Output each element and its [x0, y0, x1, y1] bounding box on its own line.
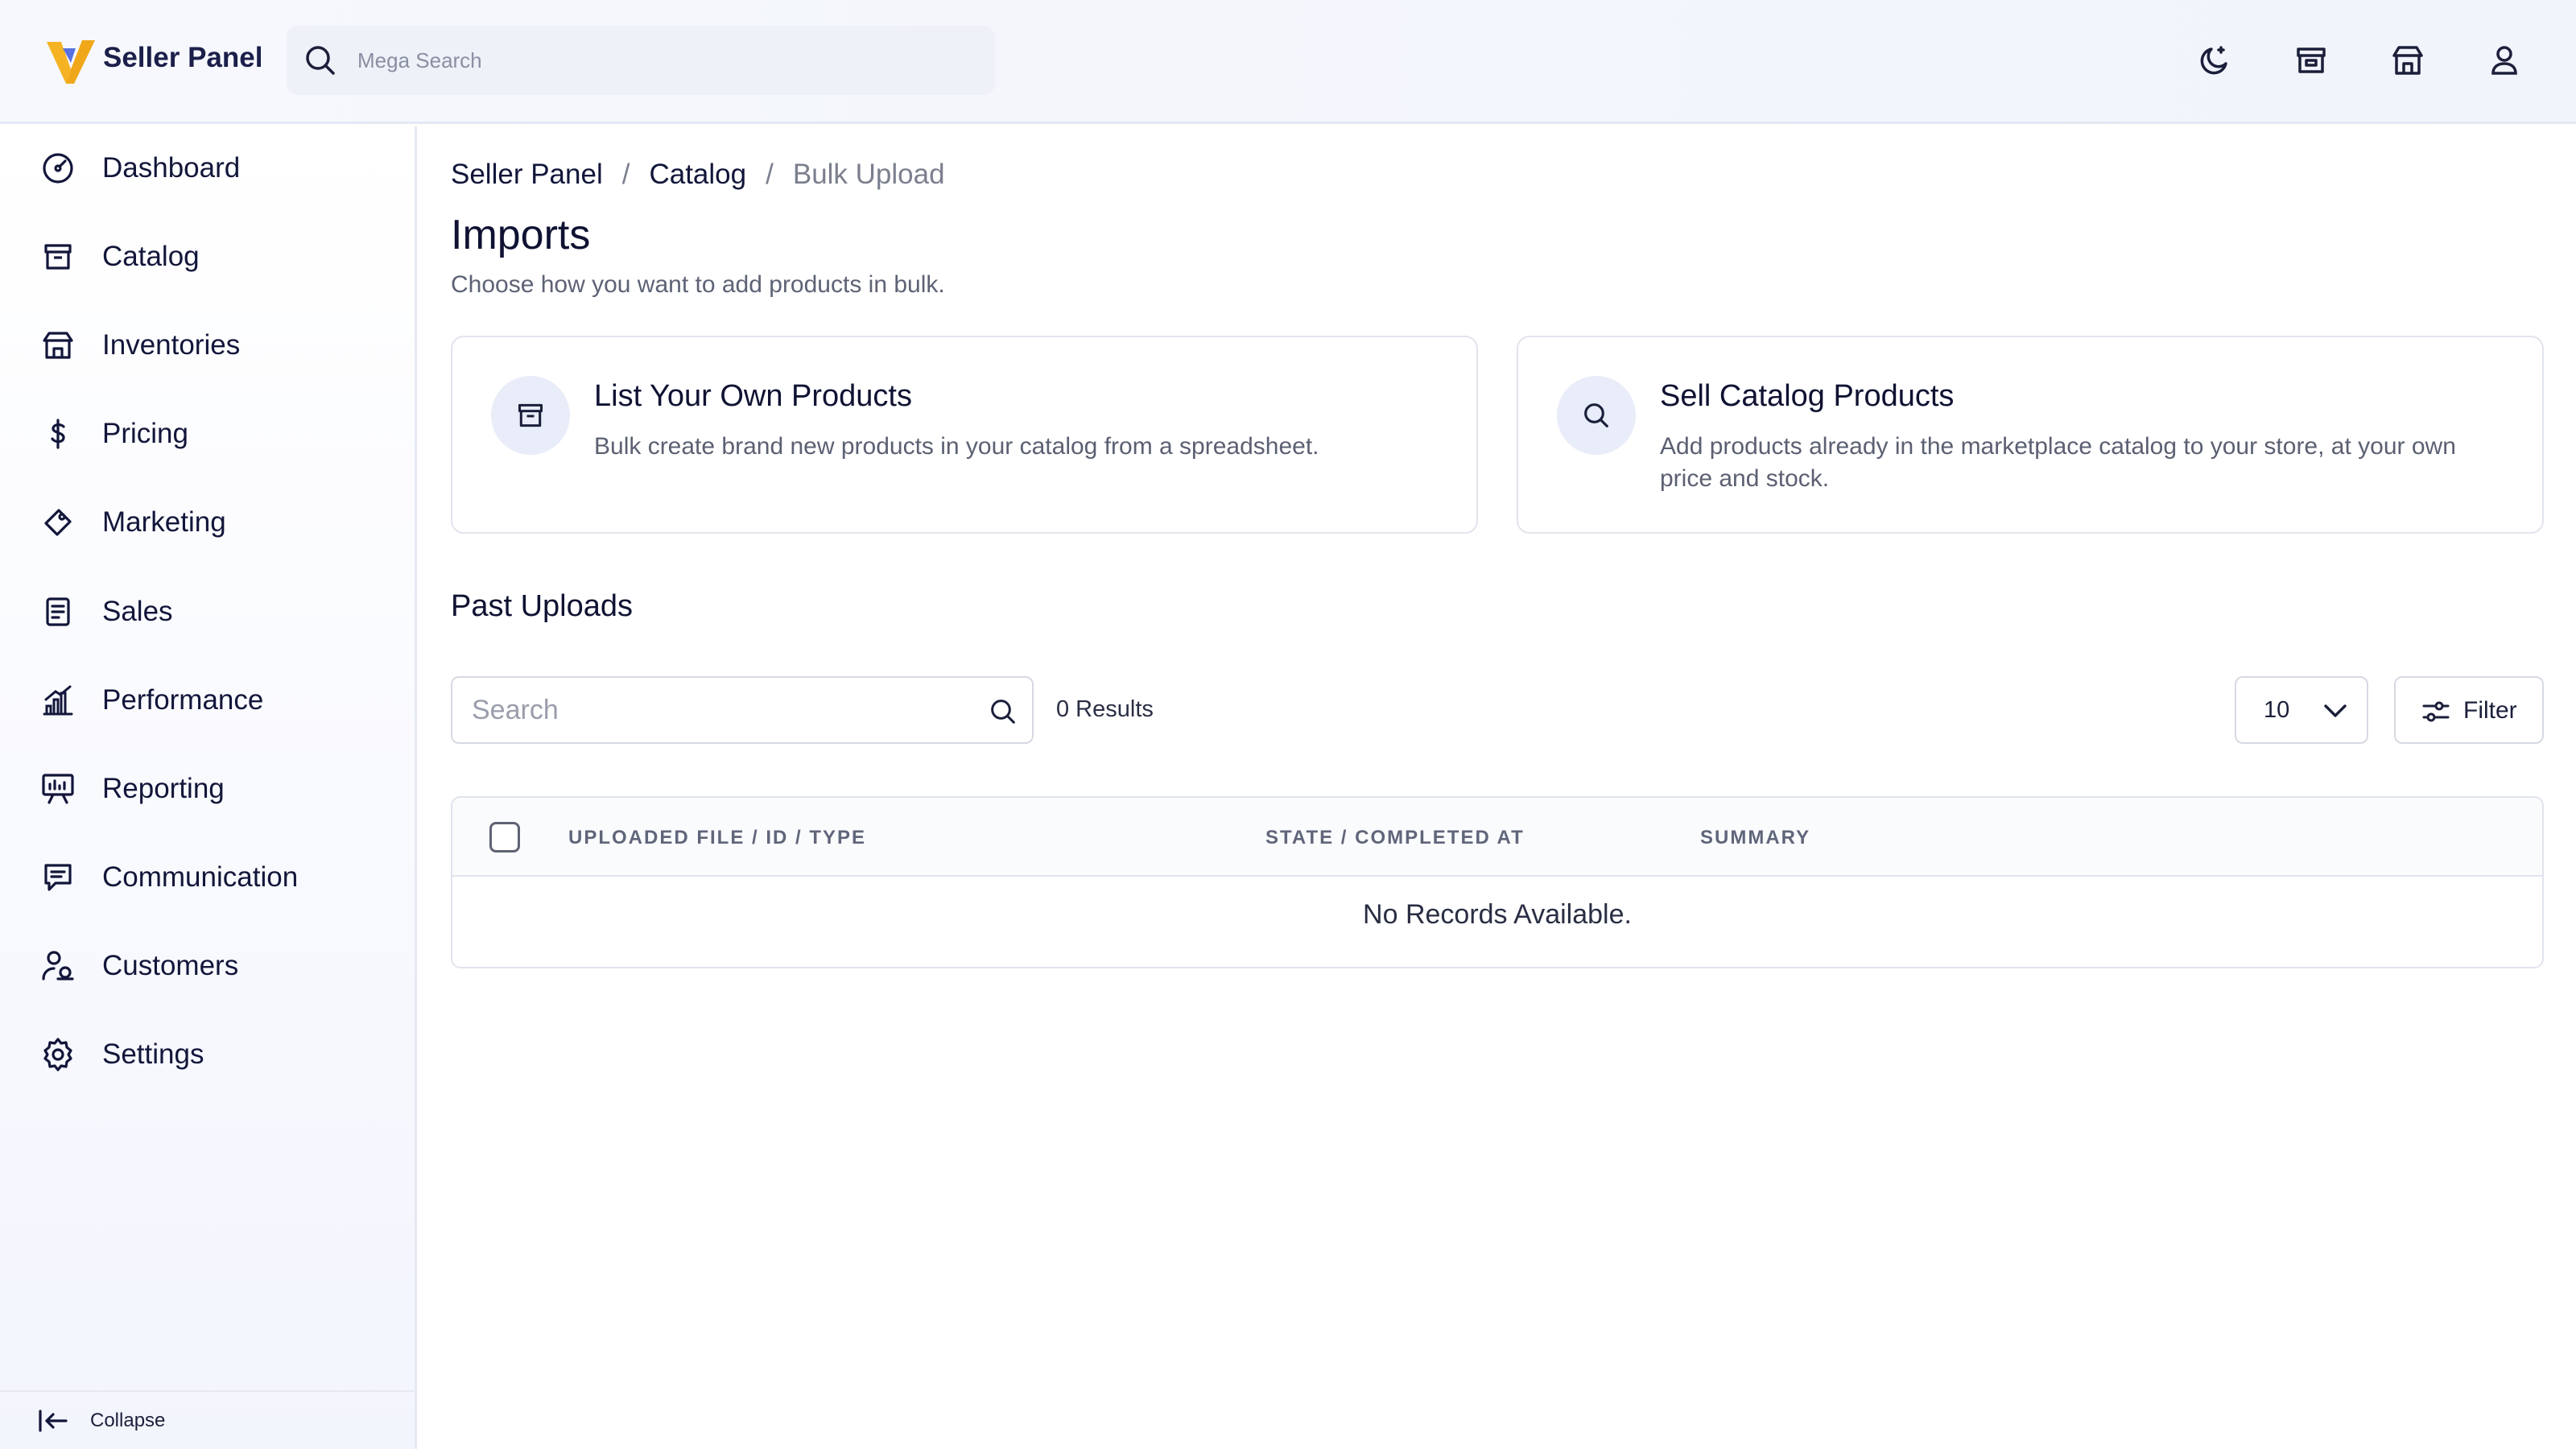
sidebar-item-settings[interactable]: Settings — [0, 1014, 415, 1095]
warehouse-icon[interactable] — [2388, 40, 2428, 80]
table-header: UPLOADED FILE / ID / TYPE STATE / COMPLE… — [452, 798, 2542, 877]
page-title: Imports — [451, 212, 591, 258]
list-own-products-card[interactable]: List Your Own Products Bulk create brand… — [451, 336, 1478, 534]
sidebar-item-inventories[interactable]: Inventories — [0, 305, 415, 386]
sidebar-item-label: Reporting — [102, 773, 225, 804]
archive-box-icon — [491, 376, 570, 455]
page-size-value: 10 — [2264, 697, 2290, 723]
breadcrumb-seller-panel[interactable]: Seller Panel — [451, 159, 603, 191]
gear-icon — [39, 1035, 77, 1074]
column-header-state[interactable]: STATE / COMPLETED AT — [1265, 827, 1525, 849]
past-uploads-title: Past Uploads — [451, 589, 634, 623]
receipt-icon — [39, 592, 77, 631]
store-icon[interactable] — [2291, 40, 2331, 80]
uploads-search-input[interactable] — [472, 692, 955, 728]
card-title: List Your Own Products — [594, 379, 912, 413]
mega-search-input[interactable] — [357, 42, 969, 79]
sidebar-item-performance[interactable]: Performance — [0, 660, 415, 741]
search-icon — [301, 41, 340, 80]
sidebar-item-label: Performance — [102, 684, 264, 716]
top-header: Seller Panel — [0, 0, 2576, 124]
sidebar-item-label: Inventories — [102, 329, 241, 361]
sliders-icon — [2421, 699, 2450, 724]
page-subtitle: Choose how you want to add products in b… — [451, 271, 945, 298]
sidebar-item-label: Pricing — [102, 418, 188, 449]
uploads-search-box[interactable] — [451, 676, 1034, 744]
user-icon[interactable] — [2484, 40, 2524, 80]
sidebar-item-label: Marketing — [102, 506, 226, 538]
message-icon — [39, 858, 77, 897]
sidebar-item-sales[interactable]: Sales — [0, 572, 415, 652]
filter-button[interactable]: Filter — [2394, 676, 2544, 744]
brand-logo[interactable] — [43, 34, 98, 89]
brand-name: Seller Panel — [103, 42, 263, 73]
megaphone-icon — [39, 503, 77, 542]
filter-label: Filter — [2463, 697, 2517, 724]
sidebar-item-marketing[interactable]: Marketing — [0, 482, 415, 563]
gauge-icon — [39, 149, 77, 188]
sidebar-item-label: Dashboard — [102, 152, 241, 184]
sidebar-item-label: Settings — [102, 1038, 204, 1070]
sidebar-item-catalog[interactable]: Catalog — [0, 217, 415, 297]
sidebar-item-label: Sales — [102, 596, 173, 627]
sidebar-item-reporting[interactable]: Reporting — [0, 749, 415, 829]
dollar-icon — [39, 415, 77, 453]
sidebar-item-pricing[interactable]: Pricing — [0, 394, 415, 474]
select-all-checkbox[interactable] — [489, 822, 520, 852]
column-header-summary[interactable]: SUMMARY — [1700, 827, 1810, 849]
breadcrumb: Seller Panel / Catalog / Bulk Upload — [451, 159, 945, 191]
card-description: Bulk create brand new products in your c… — [594, 433, 1319, 460]
sidebar: Dashboard Catalog Inventories Pricing Ma… — [0, 126, 417, 1449]
page-size-select[interactable]: 10 — [2235, 676, 2368, 744]
search-icon[interactable] — [987, 696, 1019, 728]
main-content: Seller Panel / Catalog / Bulk Upload Imp… — [417, 126, 2576, 1449]
sidebar-item-dashboard[interactable]: Dashboard — [0, 128, 415, 208]
presentation-icon — [39, 770, 77, 808]
sidebar-item-communication[interactable]: Communication — [0, 837, 415, 918]
sell-catalog-products-card[interactable]: Sell Catalog Products Add products alrea… — [1517, 336, 2544, 534]
uploads-table: UPLOADED FILE / ID / TYPE STATE / COMPLE… — [451, 796, 2544, 968]
collapse-arrow-icon — [37, 1408, 69, 1434]
breadcrumb-separator: / — [766, 159, 774, 190]
mega-search-bar[interactable] — [287, 26, 995, 95]
theme-toggle-icon[interactable] — [2194, 40, 2235, 80]
sidebar-item-label: Catalog — [102, 241, 200, 272]
search-icon — [1557, 376, 1636, 455]
sidebar-item-label: Communication — [102, 861, 299, 893]
card-title: Sell Catalog Products — [1660, 379, 1955, 413]
card-description: Add products already in the marketplace … — [1660, 433, 2456, 492]
bar-chart-icon — [39, 681, 77, 720]
breadcrumb-catalog[interactable]: Catalog — [649, 159, 746, 191]
breadcrumb-bulk-upload: Bulk Upload — [792, 159, 945, 190]
empty-state-message: No Records Available. — [1363, 899, 1632, 930]
results-count: 0 Results — [1056, 696, 1154, 722]
breadcrumb-separator: / — [621, 159, 630, 190]
collapse-label: Collapse — [90, 1409, 166, 1431]
archive-box-icon — [39, 237, 77, 276]
users-icon — [39, 947, 77, 985]
sidebar-item-label: Customers — [102, 950, 239, 981]
column-header-uploaded-file[interactable]: UPLOADED FILE / ID / TYPE — [568, 827, 866, 849]
warehouse-icon — [39, 326, 77, 365]
sidebar-collapse-button[interactable]: Collapse — [0, 1390, 415, 1449]
chevron-down-icon — [2322, 699, 2349, 723]
sidebar-item-customers[interactable]: Customers — [0, 926, 415, 1006]
